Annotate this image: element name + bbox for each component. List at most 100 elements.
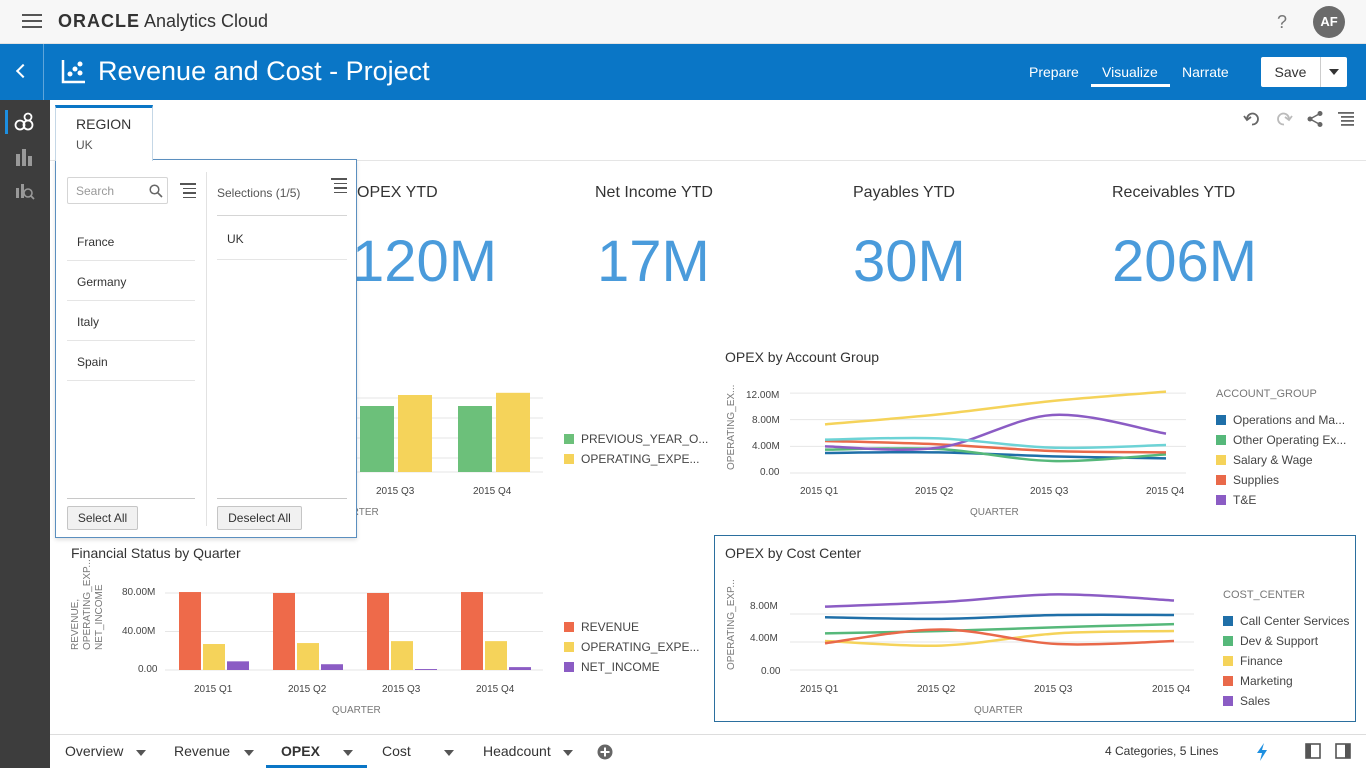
x-tick: 2015 Q2	[915, 486, 954, 497]
tab-revenue-menu-icon[interactable]	[244, 750, 254, 756]
financial-x-axis-title: QUARTER	[332, 705, 381, 716]
legend-swatch	[1223, 636, 1233, 646]
help-icon[interactable]: ?	[1277, 12, 1287, 33]
legend-label: Finance	[1240, 654, 1283, 668]
legend-item[interactable]: Call Center Services	[1223, 614, 1349, 628]
filter-option-germany[interactable]: Germany	[67, 261, 195, 301]
back-button[interactable]	[0, 44, 44, 100]
filter-option-spain[interactable]: Spain	[67, 341, 195, 381]
x-tick: 2015 Q2	[288, 684, 327, 695]
kpi-value-opex: 120M	[352, 229, 498, 294]
legend-label: Salary & Wage	[1233, 453, 1313, 467]
share-icon[interactable]	[1306, 110, 1324, 128]
tab-headcount[interactable]: Headcount	[483, 743, 551, 759]
legend-item[interactable]: Sales	[1223, 694, 1270, 708]
add-canvas-icon[interactable]	[597, 744, 613, 760]
legend-item[interactable]: Marketing	[1223, 674, 1293, 688]
available-options-menu-icon[interactable]	[180, 183, 196, 198]
search-icon[interactable]	[149, 184, 163, 198]
legend-item[interactable]: REVENUE	[564, 620, 639, 634]
select-all-button[interactable]: Select All	[67, 506, 138, 530]
redo-icon[interactable]	[1275, 110, 1293, 128]
tab-revenue[interactable]: Revenue	[174, 743, 230, 759]
user-avatar[interactable]: AF	[1313, 6, 1345, 38]
legend-label: Supplies	[1233, 473, 1280, 487]
bar-previous-year	[458, 406, 492, 472]
brand-logo: ORACLE	[58, 11, 140, 31]
nav-prepare[interactable]: Prepare	[1029, 64, 1079, 80]
legend-swatch	[1223, 616, 1233, 626]
analytics-icon[interactable]	[13, 180, 35, 202]
deselect-all-button[interactable]: Deselect All	[217, 506, 302, 530]
kpi-value-receivables: 206M	[1112, 229, 1258, 294]
legend-item[interactable]: Finance	[1223, 654, 1283, 668]
legend-item[interactable]: Operations and Ma...	[1216, 413, 1345, 427]
account-group-chart[interactable]	[790, 385, 1200, 480]
filter-option-italy[interactable]: Italy	[67, 301, 195, 341]
popup-footer-divider	[217, 498, 347, 499]
selected-value-uk[interactable]: UK	[217, 216, 347, 260]
tab-overview[interactable]: Overview	[65, 743, 123, 759]
selections-menu-icon[interactable]	[331, 178, 347, 193]
save-button[interactable]: Save	[1261, 57, 1347, 87]
chevron-left-icon	[15, 63, 31, 79]
financial-y-axis-title: REVENUE, OPERATING_EXP... NET_INCOME	[70, 559, 106, 650]
legend-swatch	[1216, 455, 1226, 465]
legend-previous-year[interactable]: PREVIOUS_YEAR_O...	[564, 432, 708, 446]
kpi-title-payables: Payables YTD	[853, 184, 955, 201]
legend-label: Marketing	[1240, 674, 1293, 688]
project-header: Revenue and Cost - Project Prepare Visua…	[0, 44, 1366, 100]
financial-status-chart[interactable]	[165, 580, 545, 675]
legend-item[interactable]: Other Operating Ex...	[1216, 433, 1346, 447]
undo-icon[interactable]	[1243, 110, 1261, 128]
legend-item[interactable]: NET_INCOME	[564, 660, 660, 674]
layout-right-panel-icon[interactable]	[1335, 743, 1351, 759]
visualizations-icon[interactable]	[13, 146, 35, 168]
filter-option-france[interactable]: France	[67, 221, 195, 261]
kpi-title-opex: OPEX YTD	[357, 184, 438, 201]
x-tick: 2015 Q1	[800, 486, 839, 497]
layout-left-panel-icon[interactable]	[1305, 743, 1321, 759]
auto-apply-lightning-icon[interactable]	[1255, 743, 1269, 761]
legend-item[interactable]: Dev & Support	[1223, 634, 1318, 648]
x-tick: 2015 Q3	[1034, 684, 1073, 695]
tab-opex-menu-icon[interactable]	[343, 750, 353, 756]
legend-title-cost-center: COST_CENTER	[1223, 589, 1305, 601]
save-dropdown-icon[interactable]	[1329, 69, 1339, 75]
canvas-menu-icon[interactable]	[1337, 110, 1355, 128]
x-tick: 2015 Q1	[800, 684, 839, 695]
legend-item[interactable]: Supplies	[1216, 473, 1279, 487]
bar-revenue	[179, 592, 201, 670]
nav-narrate[interactable]: Narrate	[1182, 64, 1229, 80]
legend-label: OPERATING_EXPE...	[581, 452, 700, 466]
save-divider	[1320, 57, 1321, 87]
hamburger-menu-icon[interactable]	[22, 14, 42, 28]
tab-overview-menu-icon[interactable]	[136, 750, 146, 756]
tab-cost[interactable]: Cost	[382, 743, 411, 759]
kpi-value-payables: 30M	[853, 229, 966, 294]
filter-tab-region[interactable]: REGION UK	[55, 105, 153, 161]
filter-tab-value: UK	[76, 138, 93, 152]
legend-item[interactable]: Salary & Wage	[1216, 453, 1313, 467]
legend-item[interactable]: OPERATING_EXPE...	[564, 640, 699, 654]
y-tick: 0.00	[760, 467, 780, 478]
legend-swatch	[564, 454, 574, 464]
legend-item[interactable]: T&E	[1216, 493, 1256, 507]
tab-cost-menu-icon[interactable]	[444, 750, 454, 756]
y-tick: 40.00M	[122, 626, 156, 637]
cost-center-chart[interactable]	[790, 580, 1210, 680]
bar-net-income	[415, 669, 437, 670]
nav-visualize[interactable]: Visualize	[1102, 64, 1158, 80]
legend-operating-expense[interactable]: OPERATING_EXPE...	[564, 452, 699, 466]
top-bar: ORACLE Analytics Cloud ? AF	[0, 0, 1366, 44]
x-tick: 2015 Q3	[382, 684, 421, 695]
tab-opex[interactable]: OPEX	[281, 743, 320, 759]
financial-y-axis-line: REVENUE,	[70, 598, 81, 650]
legend-swatch	[564, 642, 574, 652]
data-elements-icon[interactable]	[13, 111, 35, 133]
compare-x-tick: 2015 Q4	[473, 486, 512, 497]
tab-headcount-menu-icon[interactable]	[563, 750, 573, 756]
y-tick: 4.00M	[752, 441, 780, 452]
legend-swatch	[1216, 475, 1226, 485]
legend-label: PREVIOUS_YEAR_O...	[581, 432, 709, 446]
